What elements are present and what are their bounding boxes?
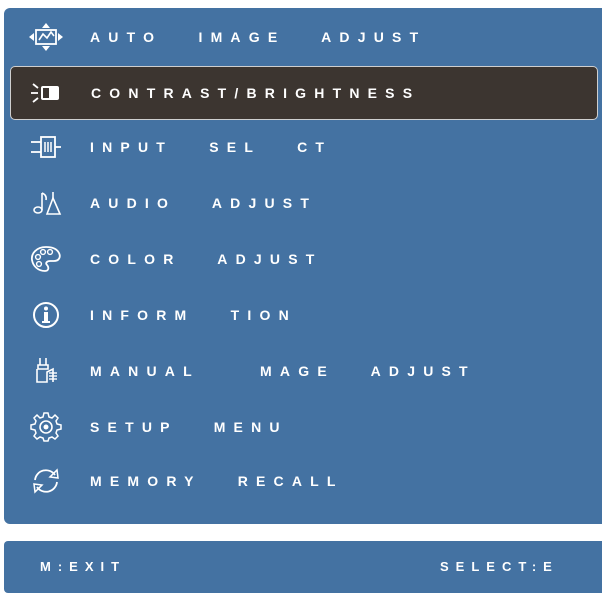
menu-label-manual-image-adjust: MANUAL MAGE ADJUST [90, 363, 476, 379]
info-icon [28, 300, 64, 330]
recall-icon [28, 466, 64, 496]
menu-label-memory-recall: MEMORY RECALL [90, 473, 344, 489]
menu-item-contrast-brightness[interactable]: CONTRAST/BRIGHTNESS [10, 66, 598, 120]
menu-item-memory-recall[interactable]: MEMORY RECALL [10, 456, 598, 506]
audio-icon [28, 188, 64, 218]
manual-adjust-icon [28, 356, 64, 386]
menu-label-audio-adjust: AUDIO ADJUST [90, 195, 318, 211]
osd-footer-bar: M:EXIT SELECT:E [4, 541, 602, 593]
menu-label-information: INFORM TION [90, 307, 297, 323]
menu-label-color-adjust: COLOR ADJUST [90, 251, 323, 267]
menu-item-manual-image-adjust[interactable]: MANUAL MAGE ADJUST [10, 346, 598, 396]
menu-item-audio-adjust[interactable]: AUDIO ADJUST [10, 178, 598, 228]
contrast-brightness-icon [29, 78, 65, 108]
menu-label-auto-image-adjust: AUTO IMAGE ADJUST [90, 29, 427, 45]
menu-item-information[interactable]: INFORM TION [10, 290, 598, 340]
menu-item-color-adjust[interactable]: COLOR ADJUST [10, 234, 598, 284]
exit-hint: M:EXIT [40, 559, 127, 574]
select-hint: SELECT:E [440, 559, 559, 574]
menu-item-auto-image-adjust[interactable]: AUTO IMAGE ADJUST [10, 12, 598, 62]
gear-icon [28, 412, 64, 442]
menu-label-setup-menu: SETUP MENU [90, 419, 288, 435]
input-select-icon [28, 132, 64, 162]
menu-label-input-select: INPUT SEL CT [90, 139, 333, 155]
menu-item-input-select[interactable]: INPUT SEL CT [10, 122, 598, 172]
auto-adjust-icon [28, 22, 64, 52]
menu-label-contrast-brightness: CONTRAST/BRIGHTNESS [91, 85, 421, 101]
color-palette-icon [28, 244, 64, 274]
menu-item-setup-menu[interactable]: SETUP MENU [10, 402, 598, 452]
